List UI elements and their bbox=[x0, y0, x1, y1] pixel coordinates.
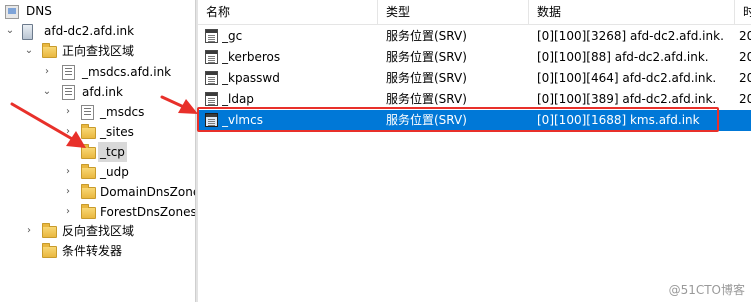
arrow-to-vlmcs bbox=[160, 95, 198, 114]
watermark-text: @51CTO博客 bbox=[668, 283, 745, 297]
arrow-to-tcp bbox=[10, 102, 86, 148]
annotation-arrows bbox=[10, 95, 198, 148]
